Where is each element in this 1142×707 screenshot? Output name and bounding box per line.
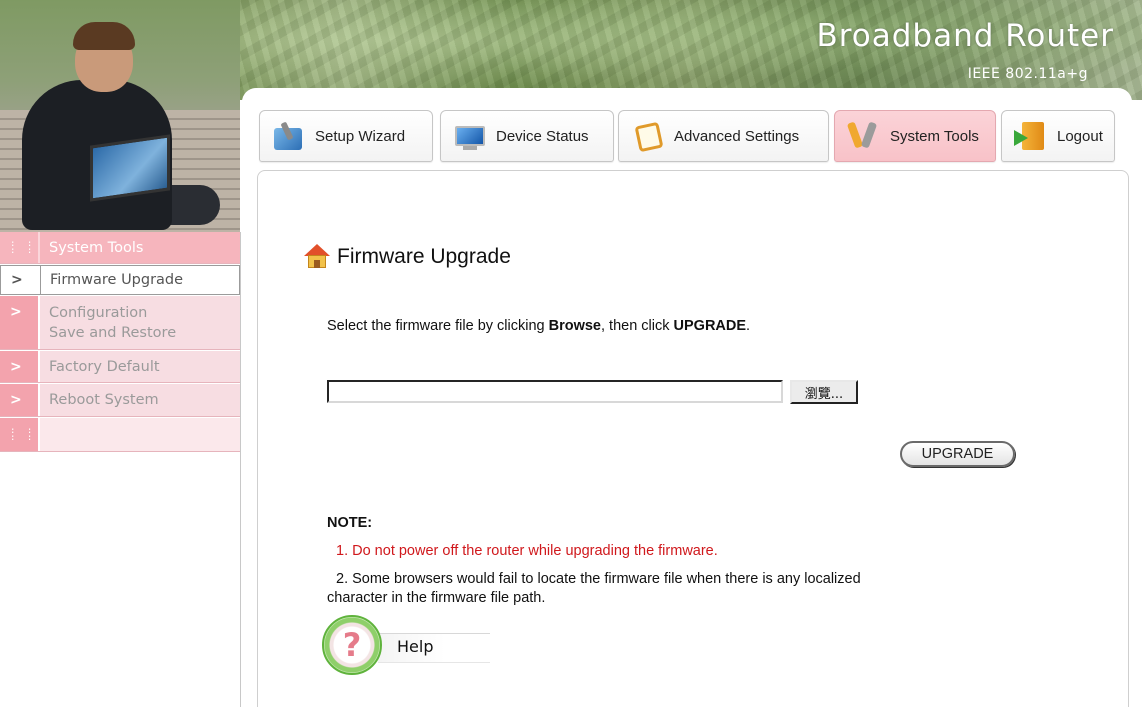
question-mark-icon: ?: [342, 626, 362, 664]
tab-logout[interactable]: Logout: [1001, 110, 1115, 162]
dots-icon: : :: :: [10, 238, 36, 256]
page-title: Firmware Upgrade: [303, 243, 511, 271]
instruction-text: Select the firmware file by clicking Bro…: [327, 318, 751, 334]
firmware-file-input[interactable]: [327, 380, 783, 403]
document-icon: [631, 120, 665, 153]
wizard-icon: [272, 120, 306, 152]
sidebar-item-label: Reboot System: [40, 384, 240, 416]
tools-icon: [846, 120, 881, 152]
brand-subtitle: IEEE 802.11a+g: [967, 66, 1088, 82]
tab-label: Logout: [1057, 127, 1103, 145]
sidebar-item-label: Save and Restore: [49, 324, 177, 341]
sidebar-footer: : :: :: [0, 418, 240, 452]
chevron-right-icon: >: [10, 358, 22, 375]
tab-label: Device Status: [496, 127, 589, 145]
sidebar-item-firmware-upgrade[interactable]: > Firmware Upgrade: [0, 265, 240, 295]
browse-button[interactable]: 瀏覽...: [790, 380, 858, 404]
sidebar: : :: : System Tools > Firmware Upgrade >…: [0, 232, 241, 707]
tab-label: Advanced Settings: [674, 127, 800, 145]
sidebar-item-label: Factory Default: [40, 351, 240, 382]
brand-title: Broadband Router: [816, 18, 1114, 54]
tab-device-status[interactable]: Device Status: [440, 110, 614, 162]
note-warning: 1. Do not power off the router while upg…: [336, 543, 718, 559]
tab-advanced-settings[interactable]: Advanced Settings: [618, 110, 829, 162]
sidebar-item-label: Configuration: [49, 304, 148, 321]
help-label: Help: [397, 637, 434, 656]
tab-system-tools[interactable]: System Tools: [834, 110, 996, 162]
dots-icon: : :: :: [10, 425, 36, 443]
sidebar-item-reboot-system[interactable]: > Reboot System: [0, 384, 240, 417]
sidebar-item-label: Firmware Upgrade: [41, 266, 239, 294]
header-photo: [0, 0, 240, 232]
sidebar-item-configuration-save-restore[interactable]: > Configuration Save and Restore: [0, 296, 240, 350]
tab-label: Setup Wizard: [315, 127, 406, 145]
sidebar-item-factory-default[interactable]: > Factory Default: [0, 351, 240, 383]
home-icon: [303, 243, 331, 271]
note-browser-info: 2. Some browsers would fail to locate th…: [327, 571, 861, 606]
logout-door-icon: [1014, 120, 1048, 152]
chevron-right-icon: >: [10, 392, 22, 408]
chevron-right-icon: >: [10, 303, 22, 320]
note-title: NOTE:: [327, 515, 373, 531]
help-button[interactable]: ? Help: [322, 615, 492, 679]
tab-setup-wizard[interactable]: Setup Wizard: [259, 110, 433, 162]
monitor-icon: [453, 120, 487, 152]
page-title-text: Firmware Upgrade: [337, 245, 511, 268]
chevron-right-icon: >: [11, 272, 23, 288]
upgrade-button[interactable]: UPGRADE: [900, 441, 1015, 467]
sidebar-header: : :: : System Tools: [0, 232, 240, 264]
tab-label: System Tools: [890, 127, 979, 145]
